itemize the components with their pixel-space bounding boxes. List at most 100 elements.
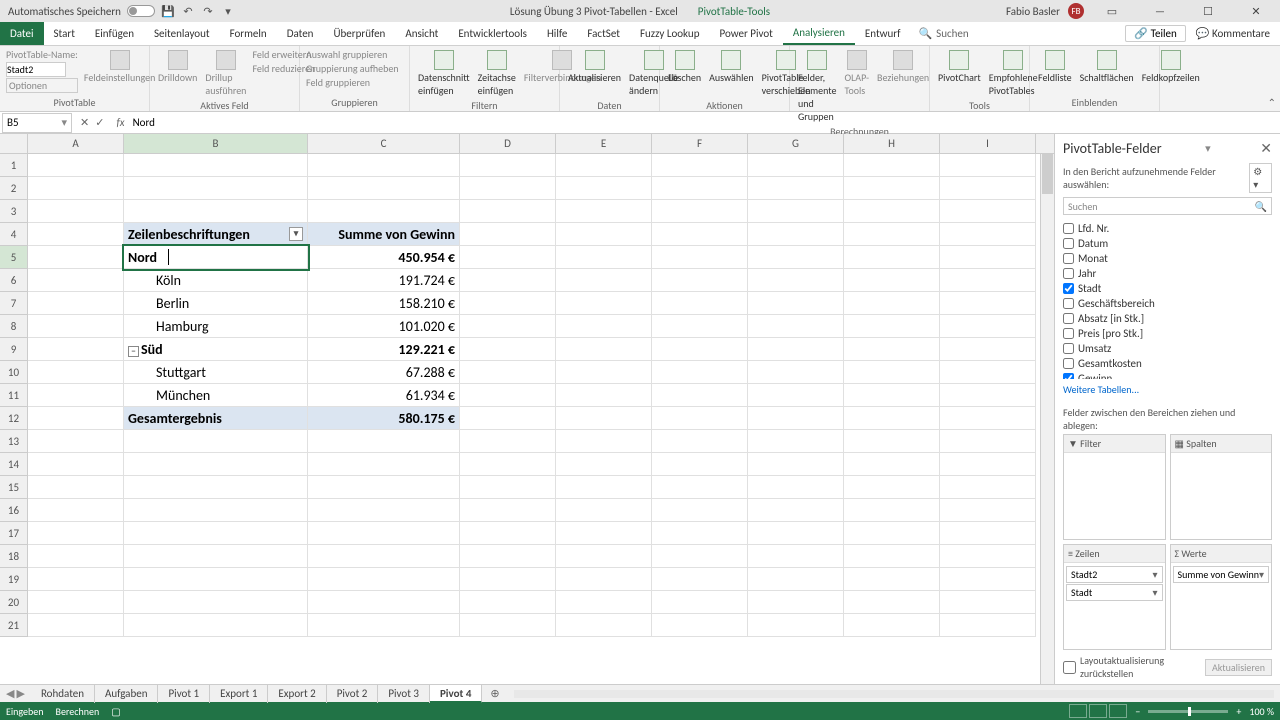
cell-C5[interactable]: 450.954 € (308, 246, 460, 269)
zoom-slider[interactable] (1148, 710, 1228, 713)
cell-C7[interactable]: 158.210 € (308, 292, 460, 315)
slicer-button[interactable]: Datenschnitt einfügen (416, 48, 472, 99)
field-checkbox[interactable] (1063, 313, 1074, 324)
cell-C12[interactable]: 580.175 € (308, 407, 460, 430)
field-checkbox[interactable] (1063, 328, 1074, 339)
cell-A11[interactable] (28, 384, 124, 407)
avatar[interactable]: FB (1068, 3, 1084, 19)
cell-I10[interactable] (940, 361, 1036, 384)
cell-D10[interactable] (460, 361, 556, 384)
cell-D13[interactable] (460, 430, 556, 453)
cell-B9[interactable]: −Süd (124, 338, 308, 361)
cell-H7[interactable] (844, 292, 940, 315)
ribbon-mode-icon[interactable]: ▭ (1092, 0, 1132, 22)
cell-H1[interactable] (844, 154, 940, 177)
cell-F19[interactable] (652, 568, 748, 591)
cell-A16[interactable] (28, 499, 124, 522)
cell-D16[interactable] (460, 499, 556, 522)
cell-F13[interactable] (652, 430, 748, 453)
undo-icon[interactable]: ↶ (181, 4, 195, 18)
cell-H10[interactable] (844, 361, 940, 384)
area-rows[interactable]: ≡ Zeilen Stadt2▾Stadt▾ (1063, 544, 1166, 650)
cell-G1[interactable] (748, 154, 844, 177)
field-checkbox[interactable] (1063, 238, 1074, 249)
cell-E15[interactable] (556, 476, 652, 499)
row-header[interactable]: 16 (0, 499, 28, 522)
cell-D19[interactable] (460, 568, 556, 591)
zoom-out-icon[interactable]: − (1135, 705, 1140, 718)
row-header[interactable]: 18 (0, 545, 28, 568)
cell-B21[interactable] (124, 614, 308, 637)
cell-F8[interactable] (652, 315, 748, 338)
cell-F18[interactable] (652, 545, 748, 568)
cell-D15[interactable] (460, 476, 556, 499)
row-header[interactable]: 5 (0, 246, 28, 269)
cell-E12[interactable] (556, 407, 652, 430)
cell-A13[interactable] (28, 430, 124, 453)
cell-D6[interactable] (460, 269, 556, 292)
cell-E11[interactable] (556, 384, 652, 407)
field-item[interactable]: Preis [pro Stk.] (1063, 326, 1272, 341)
cell-C1[interactable] (308, 154, 460, 177)
cell-H16[interactable] (844, 499, 940, 522)
cell-I11[interactable] (940, 384, 1036, 407)
tab-einfuegen[interactable]: Einfügen (85, 22, 144, 45)
autosave-toggle[interactable] (127, 5, 155, 17)
cell-D14[interactable] (460, 453, 556, 476)
cell-C3[interactable] (308, 200, 460, 223)
cell-F16[interactable] (652, 499, 748, 522)
cell-E19[interactable] (556, 568, 652, 591)
field-item[interactable]: Absatz [in Stk.] (1063, 311, 1272, 326)
cell-B20[interactable] (124, 591, 308, 614)
cell-E17[interactable] (556, 522, 652, 545)
cell-A1[interactable] (28, 154, 124, 177)
olap-button[interactable]: OLAP-Tools (842, 48, 871, 99)
fields-items-button[interactable]: Felder, Elemente und Gruppen (796, 48, 838, 125)
cell-B3[interactable] (124, 200, 308, 223)
cell-I17[interactable] (940, 522, 1036, 545)
col-header-D[interactable]: D (460, 134, 556, 153)
row-header[interactable]: 13 (0, 430, 28, 453)
tell-me-search[interactable]: 🔍 Suchen (918, 22, 968, 45)
row-header[interactable]: 2 (0, 177, 28, 200)
cell-A14[interactable] (28, 453, 124, 476)
fieldlist-button[interactable]: Feldliste (1036, 48, 1074, 86)
collapse-icon[interactable]: − (128, 346, 139, 357)
cell-I6[interactable] (940, 269, 1036, 292)
cell-C8[interactable]: 101.020 € (308, 315, 460, 338)
cell-E4[interactable] (556, 223, 652, 246)
formula-input[interactable]: Nord (129, 116, 1280, 129)
macro-record-icon[interactable]: ▢ (111, 705, 120, 718)
buttons-button[interactable]: Schaltflächen (1078, 48, 1136, 86)
cell-E21[interactable] (556, 614, 652, 637)
cell-E1[interactable] (556, 154, 652, 177)
sheet-tab[interactable]: Export 1 (210, 685, 268, 703)
cell-D21[interactable] (460, 614, 556, 637)
name-box[interactable]: B5▾ (2, 113, 72, 133)
row-header[interactable]: 6 (0, 269, 28, 292)
cell-E16[interactable] (556, 499, 652, 522)
cell-D8[interactable] (460, 315, 556, 338)
tab-start[interactable]: Start (44, 22, 85, 45)
cell-E2[interactable] (556, 177, 652, 200)
row-header[interactable]: 9 (0, 338, 28, 361)
save-icon[interactable]: 💾 (161, 4, 175, 18)
cell-F4[interactable] (652, 223, 748, 246)
area-item[interactable]: Stadt2▾ (1066, 566, 1163, 583)
sheet-tab[interactable]: Aufgaben (95, 685, 158, 703)
cell-A21[interactable] (28, 614, 124, 637)
cell-G12[interactable] (748, 407, 844, 430)
col-header-H[interactable]: H (844, 134, 940, 153)
cell-I15[interactable] (940, 476, 1036, 499)
field-item[interactable]: Lfd. Nr. (1063, 221, 1272, 236)
cell-I14[interactable] (940, 453, 1036, 476)
cell-C17[interactable] (308, 522, 460, 545)
cell-I7[interactable] (940, 292, 1036, 315)
col-header-A[interactable]: A (28, 134, 124, 153)
pivotchart-button[interactable]: PivotChart (936, 48, 983, 86)
cell-H13[interactable] (844, 430, 940, 453)
cell-H19[interactable] (844, 568, 940, 591)
tab-entwicklertools[interactable]: Entwicklertools (448, 22, 537, 45)
worksheet-grid[interactable]: ABCDEFGHI 1234Zeilenbeschriftungen▾Summe… (0, 134, 1054, 684)
cell-G10[interactable] (748, 361, 844, 384)
